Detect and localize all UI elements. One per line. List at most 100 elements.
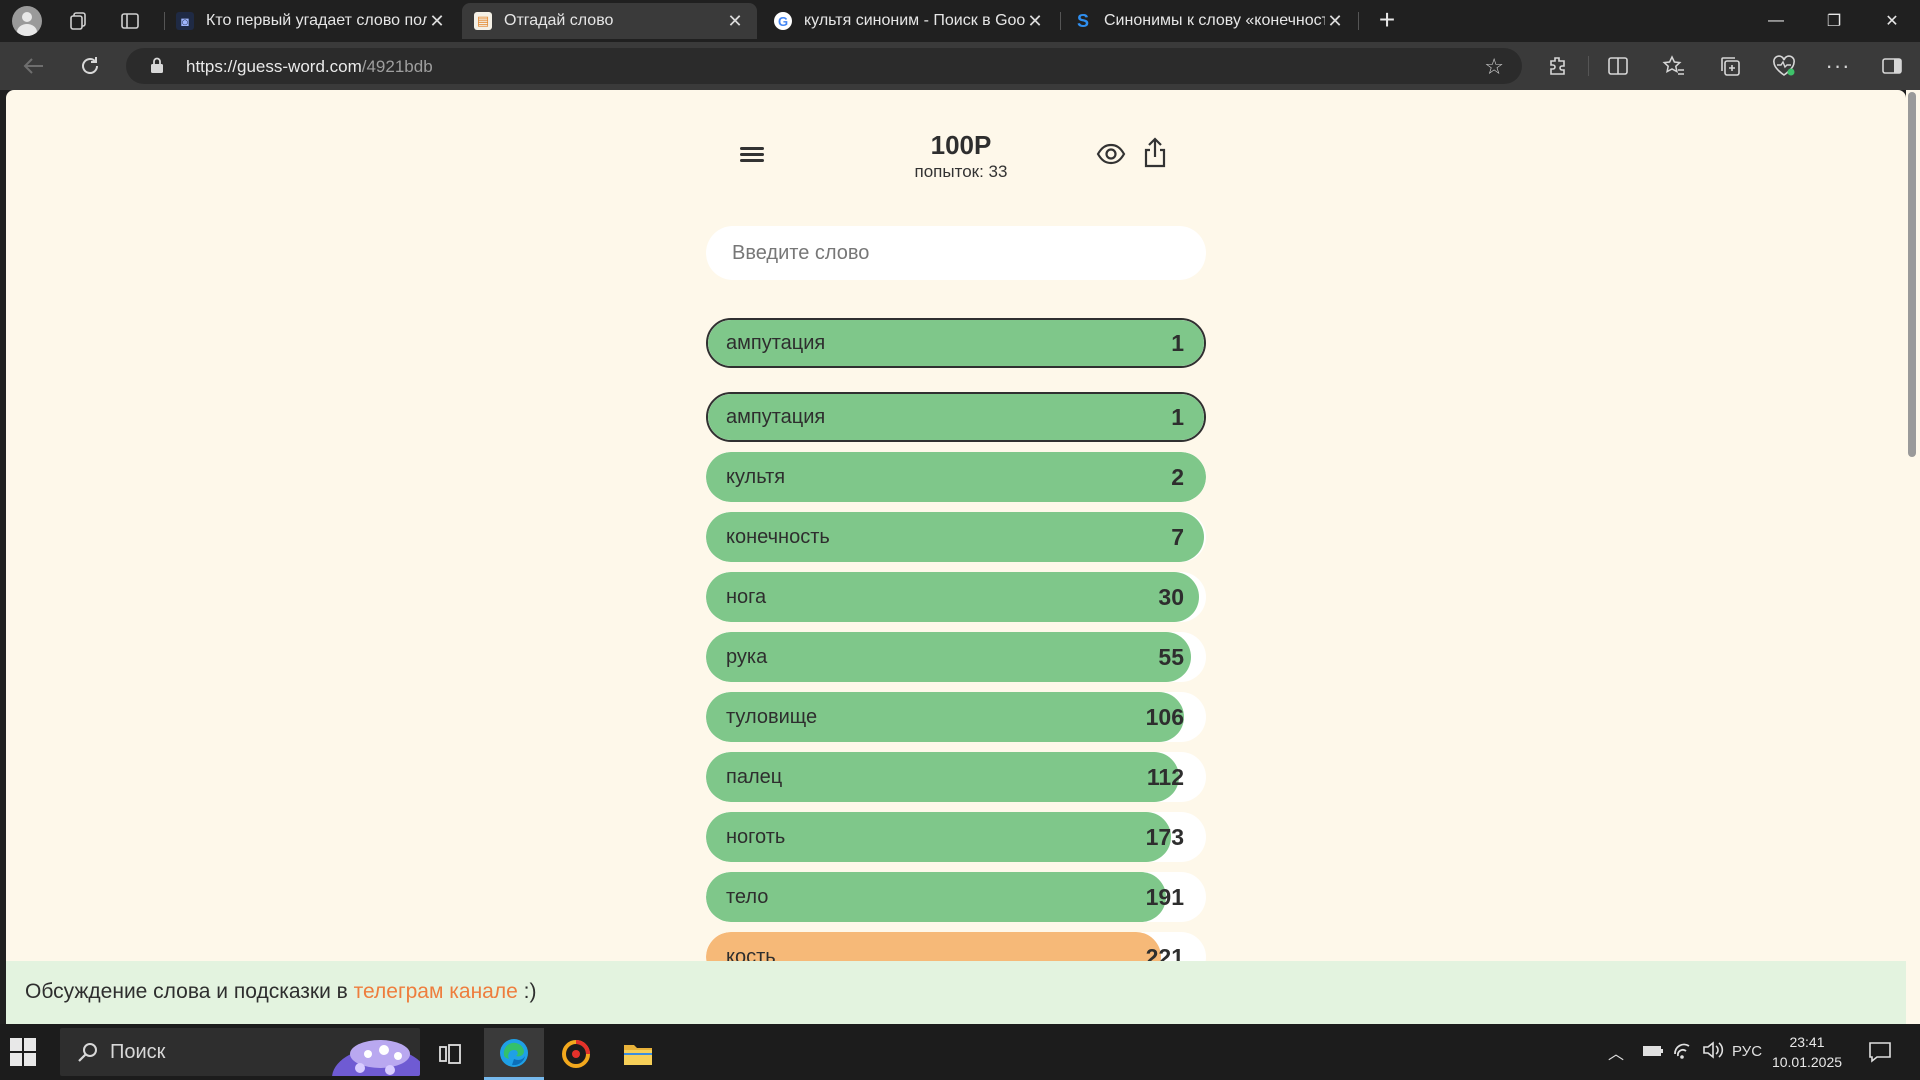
- guess-rank: 1: [1171, 330, 1184, 356]
- google-icon: G: [774, 12, 792, 30]
- telegram-banner: Обсуждение слова и подсказки в телеграм …: [6, 961, 1906, 1024]
- guess-row: ноготь 173: [706, 812, 1206, 862]
- lock-icon[interactable]: [150, 57, 164, 73]
- browser-tab-bar: ◙ Кто первый угадает слово получ ✕ ▤ Отг…: [0, 0, 1920, 42]
- tab-close-icon[interactable]: ✕: [1025, 11, 1045, 32]
- page-scrollbar[interactable]: [1906, 90, 1920, 1024]
- share-icon[interactable]: [1142, 136, 1168, 168]
- scrollbar-thumb[interactable]: [1908, 92, 1916, 457]
- restore-button[interactable]: ❐: [1806, 0, 1862, 42]
- search-highlight-art: [332, 1040, 420, 1076]
- guess-similarity-bar: [706, 872, 1166, 922]
- tab-close-icon[interactable]: ✕: [1325, 11, 1345, 32]
- tab-close-icon[interactable]: ✕: [725, 11, 745, 32]
- toolbar-divider: [1588, 56, 1589, 76]
- chevron-up-icon[interactable]: ︿: [1608, 1040, 1624, 1064]
- tab-guess-word[interactable]: ▤ Отгадай слово ✕: [462, 3, 757, 39]
- game-title: 100Р: [930, 130, 992, 160]
- language-indicator[interactable]: РУС: [1732, 1043, 1762, 1060]
- minimize-button[interactable]: —: [1748, 0, 1804, 42]
- clock-time: 23:41: [1789, 1034, 1825, 1050]
- file-explorer-icon[interactable]: [608, 1028, 668, 1080]
- yandex-music-icon[interactable]: [546, 1028, 606, 1080]
- game-header: 100Р попыток: 33: [6, 130, 1906, 190]
- sidebar-toggle-icon[interactable]: [1874, 50, 1910, 82]
- guess-word: тело: [726, 886, 769, 908]
- guess-row: туловище 106: [706, 692, 1206, 742]
- wifi-icon[interactable]: [1672, 1040, 1692, 1060]
- back-button[interactable]: [16, 50, 52, 82]
- task-view-icon[interactable]: [420, 1028, 480, 1080]
- guess-row: ампутация 1: [706, 392, 1206, 442]
- browser-toolbar: https://guess-word.com/4921bdb ☆ ···: [0, 42, 1920, 90]
- search-icon: [78, 1043, 97, 1062]
- guess-rank: 2: [1171, 464, 1184, 490]
- favorite-star-icon[interactable]: ☆: [1484, 54, 1504, 80]
- extensions-icon[interactable]: [1540, 50, 1576, 82]
- guess-word: культя: [726, 466, 786, 488]
- guess-word: ампутация: [726, 332, 826, 354]
- banner-text: Обсуждение слова и подсказки в: [25, 980, 354, 1003]
- banner-text-end: :): [517, 980, 537, 1003]
- attempts-label: попыток:: [914, 162, 984, 181]
- vertical-tabs-icon[interactable]: [110, 1, 150, 41]
- tab-guess-game-article[interactable]: ◙ Кто первый угадает слово получ ✕: [164, 3, 459, 39]
- guess-word: ноготь: [726, 826, 786, 848]
- guess-rank: 7: [1171, 524, 1184, 550]
- game-title-block: 100Р попыток: 33: [856, 130, 1066, 182]
- edge-taskbar-icon[interactable]: [484, 1028, 544, 1080]
- close-window-button[interactable]: ✕: [1864, 0, 1920, 42]
- taskbar-search[interactable]: Поиск: [60, 1028, 420, 1076]
- collections-icon[interactable]: [1712, 50, 1748, 82]
- favorites-icon[interactable]: [1656, 50, 1692, 82]
- url-path: /4921bdb: [361, 57, 433, 76]
- address-bar[interactable]: https://guess-word.com/4921bdb ☆: [126, 48, 1522, 84]
- guess-similarity-bar: [706, 632, 1191, 682]
- windows-start-icon[interactable]: [10, 1038, 38, 1066]
- guess-rank: 30: [1158, 584, 1184, 610]
- guess-row: палец 112: [706, 752, 1206, 802]
- guess-word: палец: [726, 766, 783, 788]
- tab-close-icon[interactable]: ✕: [427, 11, 447, 32]
- guess-row: культя 2: [706, 452, 1206, 502]
- taskbar-clock[interactable]: 23:41 10.01.2025: [1762, 1032, 1852, 1072]
- guess-rank: 106: [1145, 704, 1184, 730]
- word-input[interactable]: [706, 226, 1206, 280]
- guess-rank: 173: [1145, 824, 1184, 850]
- guess-word: туловище: [726, 706, 818, 728]
- refresh-button[interactable]: [72, 50, 108, 82]
- workspaces-icon[interactable]: [58, 1, 98, 41]
- tab-google-search[interactable]: G культя синоним - Поиск в Googl ✕: [762, 3, 1057, 39]
- guess-rank: 1: [1171, 404, 1184, 430]
- guess-word: конечность: [726, 526, 830, 548]
- windows-taskbar: Поиск ︿ РУС 23:41 10.01.2025: [0, 1024, 1920, 1080]
- profile-avatar[interactable]: [12, 6, 42, 36]
- url-text: https://guess-word.com/4921bdb: [186, 57, 433, 77]
- battery-icon[interactable]: [1642, 1044, 1664, 1058]
- guess-rank: 112: [1146, 764, 1184, 790]
- new-tab-button[interactable]: +: [1372, 6, 1402, 36]
- guess-rank: 55: [1158, 644, 1184, 670]
- browser-essentials-icon[interactable]: [1766, 50, 1802, 82]
- notifications-icon[interactable]: [1868, 1040, 1892, 1064]
- attempts-count: 33: [988, 162, 1008, 181]
- more-options-icon[interactable]: ···: [1820, 50, 1856, 82]
- telegram-link[interactable]: телеграм канале: [354, 980, 518, 1003]
- attempts-counter: попыток: 33: [856, 162, 1066, 182]
- volume-icon[interactable]: [1702, 1040, 1724, 1060]
- tab-synonyms[interactable]: S Синонимы к слову «конечность ✕: [1062, 3, 1357, 39]
- guess-row: нога 30: [706, 572, 1206, 622]
- guess-word: нога: [726, 586, 767, 608]
- guess-word: рука: [726, 646, 768, 668]
- split-screen-icon[interactable]: [1600, 50, 1636, 82]
- guess-word: ампутация: [726, 406, 826, 428]
- guess-row: рука 55: [706, 632, 1206, 682]
- page-viewport: 100Р попыток: 33 ампутация 1 ампутация 1 к…: [6, 90, 1906, 1024]
- eye-icon[interactable]: [1096, 142, 1126, 166]
- guess-similarity-bar: [706, 572, 1199, 622]
- search-label: Поиск: [110, 1041, 166, 1063]
- last-guess-row: ампутация 1: [706, 318, 1206, 368]
- guess-row: конечность 7: [706, 512, 1206, 562]
- hamburger-menu-icon[interactable]: [738, 144, 766, 166]
- tab-favicon-icon: ▤: [474, 12, 492, 30]
